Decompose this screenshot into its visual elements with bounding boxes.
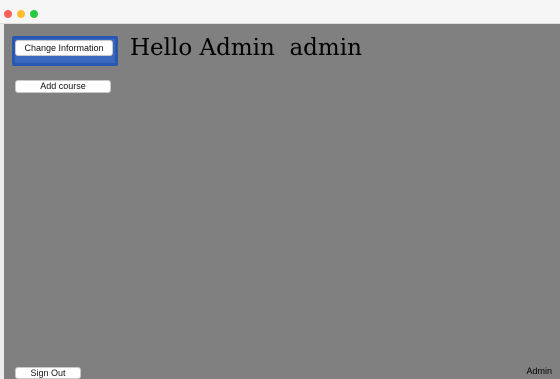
zoom-icon[interactable] [30,10,38,18]
minimize-icon[interactable] [17,10,25,18]
greeting-heading: Hello Admin admin [130,35,362,61]
sign-out-button[interactable]: Sign Out [15,367,81,379]
add-course-button[interactable]: Add course [15,80,111,93]
main-panel: Change Information Add course Hello Admi… [4,24,560,379]
close-icon[interactable] [4,10,12,18]
app-window: Change Information Add course Hello Admi… [0,0,560,379]
user-role-label: Admin [526,366,552,376]
change-information-button[interactable]: Change Information [15,40,113,56]
window-titlebar [0,0,560,24]
